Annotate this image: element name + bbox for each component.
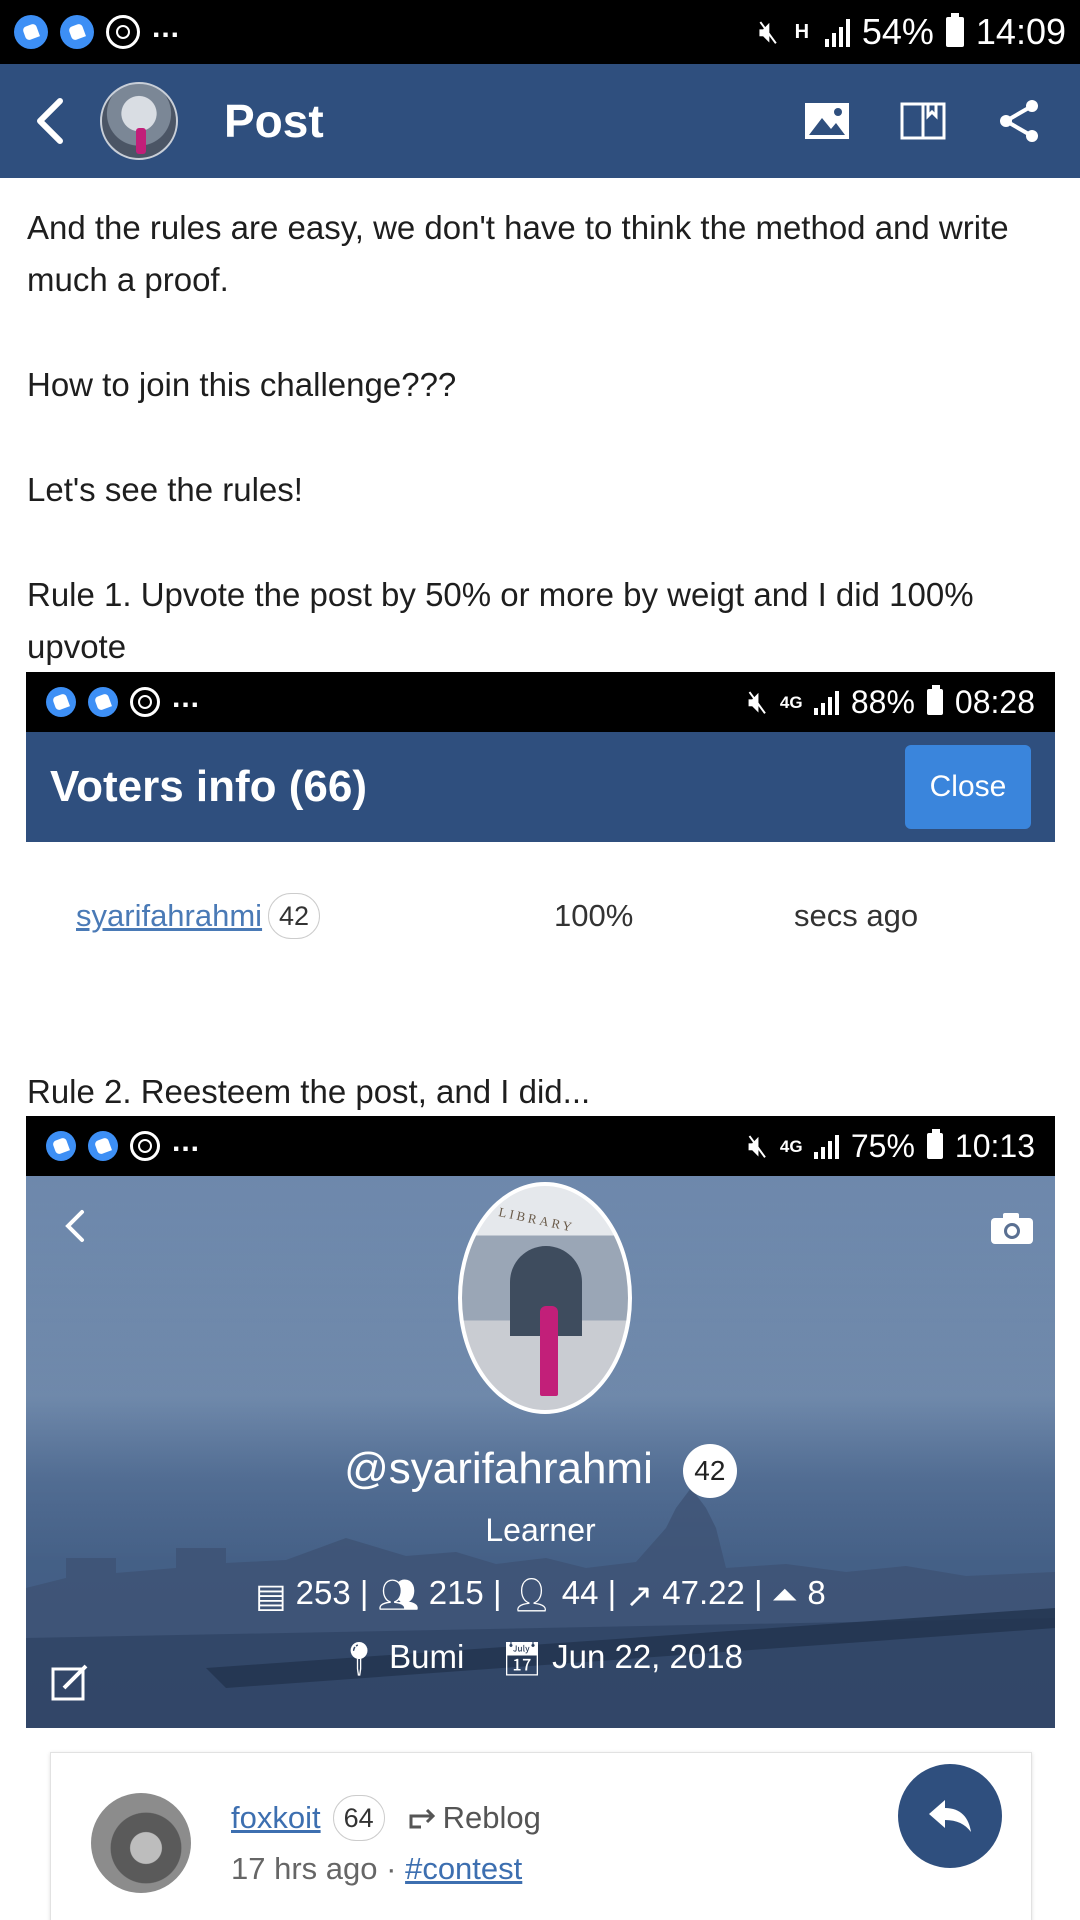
post-rule-2: Rule 2. Reesteem the post, and I did... [27,1073,591,1110]
profile-role: Learner [485,1512,596,1548]
meta-separator: · [386,1851,397,1886]
post-time: 17 hrs ago [231,1851,378,1886]
reblogger-avatar[interactable] [91,1793,191,1893]
status-bar: ... 🔇︎ H 54% 14:09 [0,0,1080,64]
back-icon [37,98,63,144]
image-icon[interactable] [802,98,852,144]
back-button[interactable] [0,64,100,178]
post-rule-1: Rule 1. Upvote the post by 50% or more b… [27,576,974,665]
post-tag[interactable]: #contest [405,1851,522,1886]
signal-icon [813,1133,839,1159]
mute-icon: 🔇︎ [747,1127,768,1163]
share-icon[interactable] [994,98,1044,144]
battery-icon [926,1129,943,1159]
app-notification-icon-2 [88,687,118,717]
posts-icon: ▤ [255,1576,287,1614]
app-notification-icon-2 [88,1131,118,1161]
stat-posts: 253 [295,1574,351,1611]
voters-header: Voters info (66) Close [26,732,1055,842]
battery-icon [926,685,943,715]
reblog-card: foxkoit 64 Reblog 17 hrs ago · #contest [50,1752,1032,1920]
reblog-indicator: Reblog [407,1800,541,1836]
embedded-status-bar: ... 🔇︎ 4G 88% 08:28 [26,672,1055,732]
app-notification-icon [46,687,76,717]
profile-reputation: 42 [682,1444,737,1499]
profile-stats: ▤ 253 | 👥︎ 215 | 👤︎ 44 | ↗ 47.22 | ⏶ 8 [255,1574,826,1614]
reblog-label: Reblog [442,1800,541,1835]
reblog-icon [409,1808,435,1829]
reply-button[interactable] [898,1764,1002,1868]
profile-header: LIBRARY @syarifahrahmi 42 Learner ▤ 253 |… [26,1176,1055,1728]
clock: 10:13 [954,1127,1035,1164]
stat-sp: 47.22 [662,1574,745,1611]
voter-reputation: 42 [268,893,321,939]
mute-icon: 🔇︎ [758,13,779,49]
app-notification-icon-2 [60,15,94,49]
following-icon: 👤︎ [510,1575,553,1613]
clock: 08:28 [954,683,1035,720]
profile-meta: 📍︎ Bumi 📅︎ Jun 22, 2018 [26,1638,1055,1679]
post-paragraph-2: How to join this challenge??? [27,366,457,403]
embedded-screenshot-profile: ... 🔇︎ 4G 75% 10:13 LIBRARY @syarifahrah… [26,1116,1055,1728]
voter-name: syarifahrahmi [76,898,263,933]
battery-icon [945,13,964,47]
network-type: 4G [779,1136,803,1156]
signal-icon [824,17,850,47]
reblogger-reputation: 64 [332,1795,385,1841]
notification-icons: ... [14,11,180,49]
signal-icon [813,689,839,715]
battery-percent: 75% [850,1127,915,1164]
app-header: Post [0,64,1080,178]
followers-icon: 👥︎ [377,1575,420,1613]
post-paragraph-1: And the rules are easy, we don't have to… [27,209,1009,298]
profile-location: Bumi [389,1638,465,1675]
voter-row: syarifahrahmi 42 100% secs ago [26,886,1055,946]
reply-icon [929,1800,971,1832]
calendar-icon: 📅︎ [501,1639,543,1677]
stat-following: 44 [561,1574,599,1611]
profile-handle: @syarifahrahmi 42 [26,1444,1055,1499]
whatsapp-icon [130,687,160,717]
whatsapp-icon [130,1131,160,1161]
profile-username: @syarifahrahmi [344,1444,653,1493]
upvote-icon: ⏶ [771,1575,799,1613]
post-paragraph-3: Let's see the rules! [27,471,303,508]
battery-percent: 88% [850,683,915,720]
clock: 14:09 [975,11,1066,52]
app-notification-icon [46,1131,76,1161]
mute-icon: 🔇︎ [747,683,768,719]
voter-percent: 100% [554,898,634,933]
close-button: Close [905,745,1031,829]
page-title: Post [224,95,324,147]
avatar-library-sign: LIBRARY [497,1204,577,1235]
embedded-screenshot-voters: ... 🔇︎ 4G 88% 08:28 Voters info (66) Clo… [26,672,1055,842]
trend-icon: ↗ [625,1576,654,1614]
profile-back-icon [65,1210,84,1242]
network-type: 4G [779,692,803,712]
reblogger-name[interactable]: foxkoit [231,1800,321,1836]
author-avatar[interactable] [100,82,178,160]
more-notifications: ... [152,11,181,44]
embedded-status-bar: ... 🔇︎ 4G 75% 10:13 [26,1116,1055,1176]
app-notification-icon [14,15,48,49]
book-icon[interactable] [898,98,948,144]
more-notifications: ... [172,681,201,714]
camera-icon [991,1213,1033,1244]
stat-votes: 8 [807,1574,826,1611]
more-notifications: ... [172,1125,201,1158]
profile-joined: Jun 22, 2018 [552,1638,743,1675]
location-icon: 📍︎ [338,1639,380,1677]
battery-percent: 54% [861,11,934,52]
stat-followers: 215 [428,1574,484,1611]
profile-avatar: LIBRARY [458,1182,632,1414]
network-type: H [794,21,810,43]
voter-time: secs ago [794,898,919,933]
voters-title: Voters info (66) [50,762,368,811]
whatsapp-icon [106,15,140,49]
